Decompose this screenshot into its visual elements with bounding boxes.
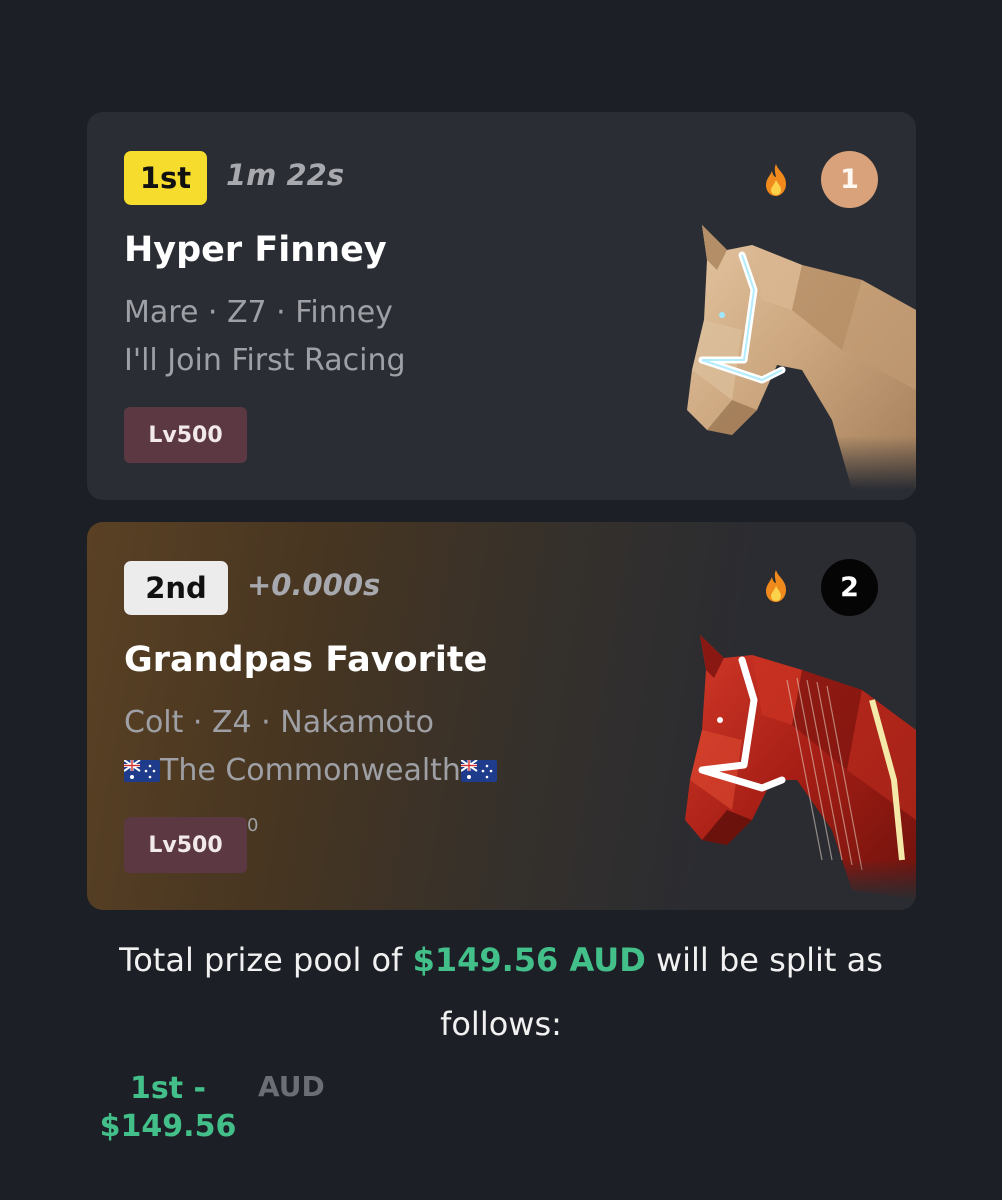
race-result-card-first[interactable]: 1st 1m 22s Hyper Finney Mare · Z7 · Finn… — [87, 112, 916, 500]
prize-split-amount: $149.56 — [99, 1109, 237, 1144]
australia-flag-icon — [124, 759, 160, 782]
fire-icon — [766, 164, 786, 196]
horse-details: Mare · Z7 · Finney — [124, 295, 393, 330]
horse-image — [682, 220, 916, 490]
level-overflow-text: 0 — [247, 815, 259, 836]
race-time: 1m 22s — [226, 158, 345, 192]
stable-name: I'll Join First Racing — [124, 343, 406, 378]
prize-split-first: 1st - $149.56 — [98, 1070, 238, 1146]
australia-flag-icon — [460, 759, 497, 782]
level-badge: Lv500 — [124, 407, 247, 463]
prize-split-place-label: 1st - — [130, 1071, 206, 1106]
fire-icon — [766, 570, 786, 602]
prize-pool-summary: Total prize pool of $149.56 AUD will be … — [60, 928, 942, 1056]
gate-number-badge: 1 — [821, 151, 878, 208]
race-time-gap: +0.000s — [247, 568, 381, 602]
gate-number-badge: 2 — [821, 559, 878, 616]
horse-name: Grandpas Favorite — [124, 640, 488, 680]
place-badge: 1st — [124, 151, 207, 205]
horse-name: Hyper Finney — [124, 230, 387, 270]
prize-pool-prefix: Total prize pool of — [119, 941, 413, 979]
horse-details: Colt · Z4 · Nakamoto — [124, 705, 435, 740]
stable-name-text: I'll Join First Racing — [124, 343, 406, 378]
race-result-card-second[interactable]: 2nd +0.000s Grandpas Favorite Colt · Z4 … — [87, 522, 916, 910]
prize-split-currency: AUD — [258, 1070, 325, 1103]
stable-name: The Commonwealth — [124, 753, 497, 788]
place-badge: 2nd — [124, 561, 228, 615]
prize-pool-amount: $149.56 AUD — [412, 941, 646, 979]
level-badge: Lv500 — [124, 817, 247, 873]
horse-image — [682, 630, 916, 900]
stable-name-text: The Commonwealth — [160, 753, 461, 788]
